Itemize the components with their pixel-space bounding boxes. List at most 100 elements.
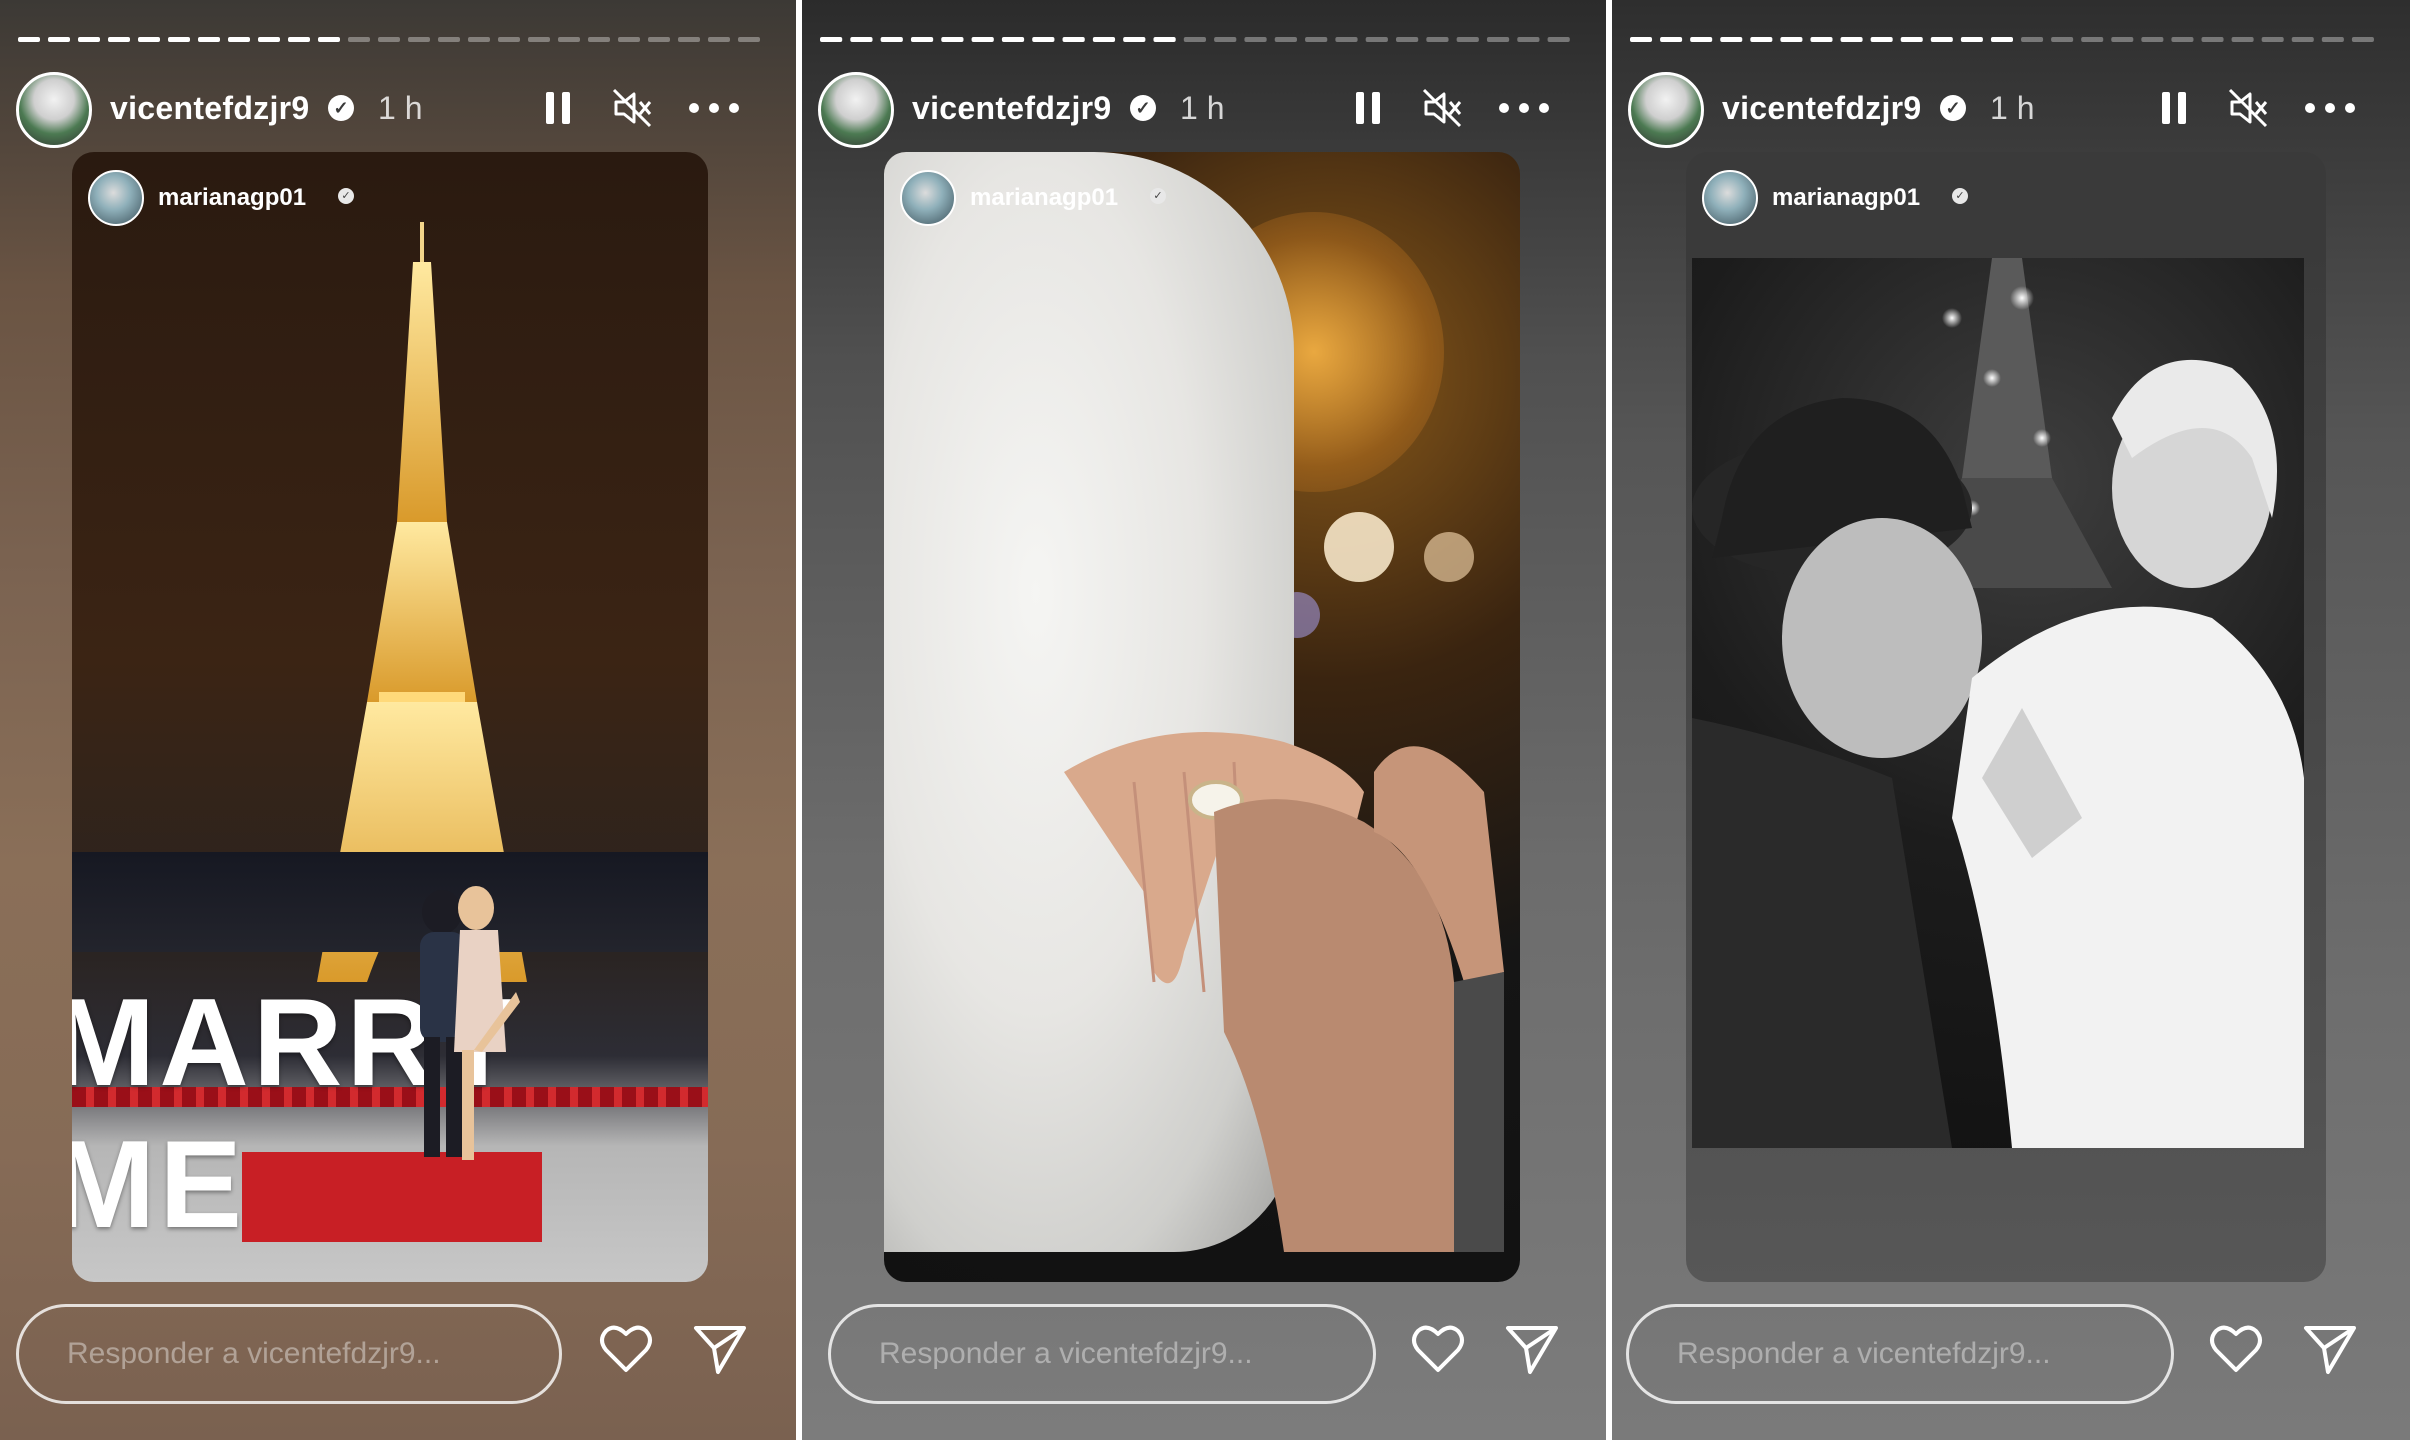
progress-segment — [318, 37, 340, 42]
story-collage: vicentefdzjr9 ✓ 1 h MARRY ME marianagp01… — [0, 0, 2410, 1440]
progress-segment — [1153, 37, 1176, 42]
story-media-card[interactable]: MARRY ME marianagp01 ✓ — [72, 152, 708, 1282]
progress-segment — [1750, 37, 1773, 42]
story-username[interactable]: vicentefdzjr9 — [110, 90, 310, 127]
verified-badge-icon: ✓ — [1150, 188, 1166, 204]
river — [72, 852, 708, 952]
heart-icon[interactable] — [596, 1318, 656, 1378]
progress-segment — [228, 37, 250, 42]
progress-segment — [1123, 37, 1146, 42]
mute-icon[interactable] — [610, 86, 654, 130]
progress-segment — [2081, 37, 2104, 42]
story-progress-bar — [820, 36, 1588, 44]
shared-username[interactable]: marianagp01 — [158, 184, 306, 212]
mute-icon[interactable] — [1420, 86, 1464, 130]
send-icon[interactable] — [690, 1318, 750, 1378]
story-panel-3: vicentefdzjr9 ✓ 1 h marianagp01 ✓ Respon… — [1612, 0, 2410, 1440]
shared-avatar[interactable] — [900, 170, 956, 226]
progress-segment — [288, 37, 310, 42]
verified-badge-icon: ✓ — [1130, 95, 1156, 121]
reply-placeholder: Responder a vicentefdzjr9... — [67, 1337, 441, 1370]
progress-segment — [2231, 37, 2254, 42]
bokeh-light — [1324, 512, 1394, 582]
avatar[interactable] — [16, 72, 92, 148]
progress-segment — [1547, 37, 1570, 42]
progress-segment — [2171, 37, 2194, 42]
progress-segment — [1900, 37, 1923, 42]
shared-username[interactable]: marianagp01 — [1772, 184, 1920, 212]
pause-icon[interactable] — [2152, 86, 2196, 130]
progress-segment — [198, 37, 220, 42]
avatar[interactable] — [818, 72, 894, 148]
progress-segment — [168, 37, 190, 42]
reply-placeholder: Responder a vicentefdzjr9... — [1677, 1337, 2051, 1370]
progress-segment — [910, 37, 934, 42]
send-icon[interactable] — [2300, 1318, 2360, 1378]
progress-segment — [1660, 37, 1683, 42]
progress-segment — [678, 37, 700, 42]
progress-segment — [1456, 37, 1479, 42]
progress-segment — [1305, 37, 1328, 42]
heart-icon[interactable] — [1408, 1318, 1468, 1378]
hands-with-ring — [1064, 732, 1504, 1252]
progress-segment — [738, 37, 760, 42]
progress-segment — [880, 37, 903, 42]
shared-avatar[interactable] — [1702, 170, 1758, 226]
verified-badge-icon: ✓ — [1940, 95, 1966, 121]
progress-segment — [378, 37, 400, 42]
story-username[interactable]: vicentefdzjr9 — [1722, 90, 1922, 127]
progress-segment — [1062, 37, 1085, 42]
progress-segment — [1365, 37, 1388, 42]
progress-segment — [1780, 37, 1803, 42]
story-media-card[interactable]: marianagp01 ✓ — [1686, 152, 2326, 1282]
progress-segment — [1001, 37, 1025, 42]
more-icon[interactable] — [1494, 86, 1554, 130]
progress-segment — [648, 37, 670, 42]
story-username[interactable]: vicentefdzjr9 — [912, 90, 1112, 127]
more-icon[interactable] — [2300, 86, 2360, 130]
progress-segment — [1870, 37, 1893, 42]
verified-badge-icon: ✓ — [1952, 188, 1968, 204]
more-icon[interactable] — [684, 86, 744, 130]
story-time: 1 h — [1180, 90, 1225, 126]
mute-icon[interactable] — [2226, 86, 2270, 130]
progress-segment — [2351, 37, 2374, 42]
progress-segment — [1930, 37, 1953, 42]
reply-input[interactable]: Responder a vicentefdzjr9... — [828, 1304, 1376, 1404]
progress-segment — [2141, 37, 2164, 42]
pause-icon[interactable] — [536, 86, 580, 130]
heart-icon[interactable] — [2206, 1318, 2266, 1378]
progress-segment — [971, 37, 994, 42]
story-panel-1: vicentefdzjr9 ✓ 1 h MARRY ME marianagp01… — [0, 0, 796, 1440]
progress-segment — [1517, 37, 1540, 42]
shared-avatar[interactable] — [88, 170, 144, 226]
progress-segment — [1244, 37, 1267, 42]
progress-segment — [48, 37, 70, 42]
story-media-card[interactable]: marianagp01 ✓ — [884, 152, 1520, 1282]
progress-segment — [2291, 37, 2314, 42]
progress-segment — [2021, 37, 2044, 42]
progress-segment — [2321, 37, 2344, 42]
progress-segment — [258, 37, 280, 42]
progress-segment — [1092, 37, 1116, 42]
story-photo-bw-couple — [1692, 258, 2304, 1148]
progress-segment — [1630, 37, 1653, 42]
progress-segment — [1840, 37, 1863, 42]
progress-segment — [1990, 37, 2014, 42]
progress-segment — [1032, 37, 1055, 42]
progress-segment — [408, 37, 430, 42]
send-icon[interactable] — [1502, 1318, 1562, 1378]
progress-segment — [1214, 37, 1237, 42]
pause-icon[interactable] — [1346, 86, 1390, 130]
progress-segment — [2111, 37, 2134, 42]
avatar[interactable] — [1628, 72, 1704, 148]
reply-input[interactable]: Responder a vicentefdzjr9... — [16, 1304, 562, 1404]
progress-segment — [348, 37, 370, 42]
progress-segment — [820, 37, 843, 42]
story-progress-bar — [1630, 36, 2392, 44]
progress-segment — [2051, 37, 2074, 42]
progress-segment — [78, 37, 100, 42]
reply-input[interactable]: Responder a vicentefdzjr9... — [1626, 1304, 2174, 1404]
shared-username[interactable]: marianagp01 — [970, 184, 1118, 212]
progress-segment — [850, 37, 873, 42]
